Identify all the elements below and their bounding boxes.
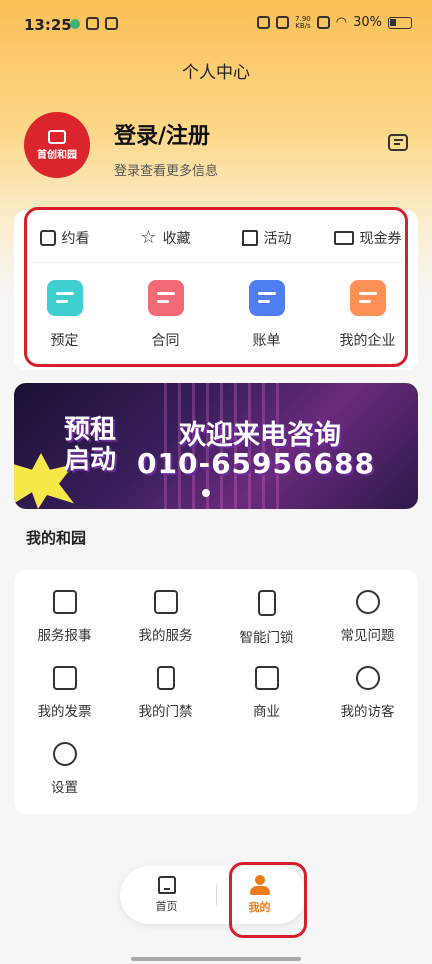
- camera-icon: [257, 16, 271, 29]
- profile-section: 首创和园 登录/注册 登录查看更多信息: [24, 112, 414, 182]
- shop-icon: [254, 666, 279, 690]
- battery-text: 30%: [353, 15, 382, 30]
- highlight-box: [24, 207, 408, 367]
- tab-label: 首页: [155, 900, 178, 913]
- login-subtitle: 登录查看更多信息: [114, 164, 219, 179]
- wechat-icon: [70, 19, 80, 29]
- services-row: 设置: [14, 742, 418, 796]
- invoice-icon: [52, 666, 77, 690]
- service-invoice[interactable]: 我的发票: [14, 666, 115, 720]
- message-icon[interactable]: [388, 134, 408, 151]
- service-label: 我的访客: [340, 704, 395, 720]
- service-label: 我的发票: [37, 704, 92, 720]
- service-label: 智能门锁: [239, 630, 294, 646]
- tools-icon: [52, 590, 77, 614]
- service-report[interactable]: 服务报事: [14, 590, 115, 646]
- logo-icon: [48, 129, 66, 144]
- network-speed: 7.90 KB/s: [295, 15, 311, 30]
- home-icon: [157, 876, 176, 894]
- settings-icon: [52, 742, 77, 766]
- service-smart-lock[interactable]: 智能门锁: [216, 590, 317, 646]
- door-icon: [156, 666, 175, 690]
- status-time: 13:25: [24, 16, 72, 34]
- logo-text: 首创和园: [37, 149, 77, 161]
- service-label: 商业: [253, 704, 280, 720]
- speed-unit: KB/s: [295, 21, 311, 30]
- service-label: 我的门禁: [138, 704, 193, 720]
- visitor-icon: [355, 666, 380, 690]
- battery-icon: [388, 16, 412, 29]
- notification-icons: [70, 17, 118, 30]
- banner-left-line1: 预租: [64, 415, 117, 445]
- status-bar: 13:25 7.90 KB/s ◠ 30%: [0, 0, 432, 50]
- banner-left-text: 预租 启动: [64, 415, 116, 475]
- app-icon: [86, 17, 99, 30]
- services-card: 服务报事 我的服务 智能门锁 常见问题 我的发票 我的门禁 商业 我的访客 设置: [14, 570, 418, 814]
- service-settings[interactable]: 设置: [14, 742, 115, 796]
- banner-page-indicator: [202, 489, 210, 497]
- app-icon: [105, 17, 118, 30]
- login-register-link[interactable]: 登录/注册: [114, 118, 210, 150]
- service-doc-icon: [153, 590, 178, 614]
- banner-left-line2: 启动: [64, 445, 117, 475]
- service-my-services[interactable]: 我的服务: [115, 590, 216, 646]
- service-faq[interactable]: 常见问题: [317, 590, 418, 646]
- smart-lock-icon: [257, 590, 276, 616]
- question-icon: [355, 590, 380, 614]
- tab-home[interactable]: 首页: [120, 866, 213, 924]
- section-title: 我的和园: [26, 529, 87, 547]
- service-access[interactable]: 我的门禁: [115, 666, 216, 720]
- service-label: 我的服务: [138, 628, 193, 644]
- service-label: 设置: [51, 780, 78, 796]
- highlight-box: [229, 862, 307, 938]
- service-business[interactable]: 商业: [216, 666, 317, 720]
- promo-banner[interactable]: 预租 启动 欢迎来电咨询 010-65956688: [14, 383, 418, 509]
- service-label: 常见问题: [340, 628, 395, 644]
- vibrate-icon: [276, 16, 290, 29]
- wifi-icon: ◠: [335, 15, 348, 30]
- tab-divider: [216, 884, 217, 906]
- service-visitor[interactable]: 我的访客: [317, 666, 418, 720]
- services-row: 我的发票 我的门禁 商业 我的访客: [14, 666, 418, 720]
- home-indicator[interactable]: [131, 957, 301, 961]
- services-row: 服务报事 我的服务 智能门锁 常见问题: [14, 590, 418, 646]
- banner-phone: 010-65956688: [137, 447, 375, 480]
- avatar[interactable]: 首创和园: [24, 112, 90, 178]
- service-label: 服务报事: [37, 628, 92, 644]
- sim-icon: [316, 16, 330, 29]
- page-title: 个人中心: [182, 63, 250, 83]
- status-right: 7.90 KB/s ◠ 30%: [257, 15, 412, 30]
